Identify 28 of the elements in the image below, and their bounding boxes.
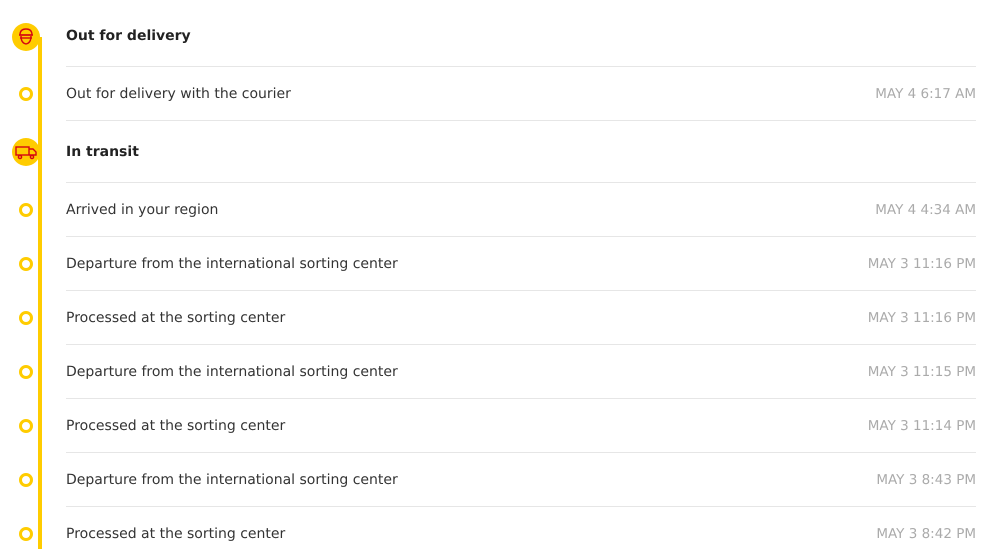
timeline-dot bbox=[19, 203, 33, 217]
courier-icon bbox=[12, 22, 40, 50]
event-description: Out for delivery with the courier bbox=[66, 86, 291, 102]
truck-icon bbox=[12, 138, 40, 166]
timeline-dot bbox=[19, 473, 33, 487]
event-description: Arrived in your region bbox=[66, 202, 218, 218]
timeline-dot bbox=[19, 87, 33, 101]
timeline-dot bbox=[19, 365, 33, 379]
event-time: MAY 4 4:34 AM bbox=[875, 202, 976, 218]
event-description: Departure from the international sorting center bbox=[66, 472, 398, 488]
event-time: MAY 3 8:42 PM bbox=[876, 526, 976, 542]
status-heading: Out for delivery bbox=[66, 28, 191, 44]
timeline-dot bbox=[19, 527, 33, 541]
event-description: Processed at the sorting center bbox=[66, 310, 286, 326]
event-time: MAY 3 11:16 PM bbox=[868, 310, 976, 326]
event-time: MAY 3 8:43 PM bbox=[876, 472, 976, 488]
event-time: MAY 3 11:16 PM bbox=[868, 256, 976, 272]
event-description: Departure from the international sorting center bbox=[66, 364, 398, 380]
timeline-dot bbox=[19, 311, 33, 325]
status-heading: In transit bbox=[66, 144, 139, 160]
event-description: Processed at the sorting center bbox=[66, 526, 286, 542]
event-description: Processed at the sorting center bbox=[66, 418, 286, 434]
event-time: MAY 4 6:17 AM bbox=[875, 86, 976, 102]
event-description: Departure from the international sorting center bbox=[66, 256, 398, 272]
event-time: MAY 3 11:15 PM bbox=[868, 364, 976, 380]
event-time: MAY 3 11:14 PM bbox=[868, 418, 976, 434]
timeline-dot bbox=[19, 419, 33, 433]
timeline-dot bbox=[19, 257, 33, 271]
